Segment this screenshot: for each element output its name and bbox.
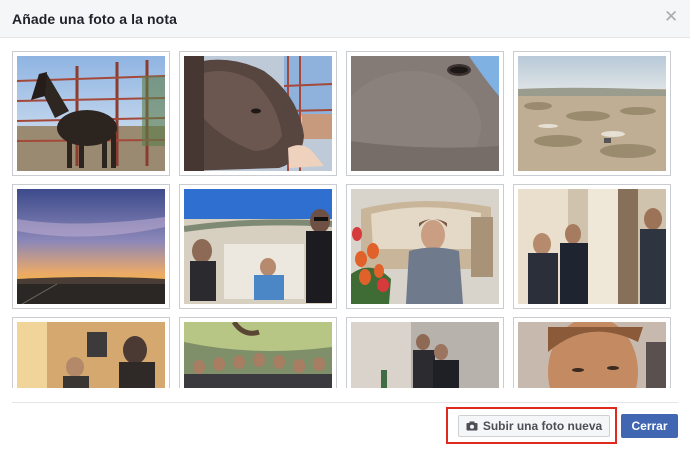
photo-thumbnail-horse-corral[interactable] (12, 51, 170, 176)
photo-thumbnail-group-selfie-road[interactable] (179, 184, 337, 309)
photo-thumbnail-crowd-under-tree[interactable] (179, 317, 337, 388)
photo-thumbnail-men-in-room[interactable] (513, 184, 671, 309)
photo-image (17, 56, 165, 171)
photo-thumbnail-horse-head-hand[interactable] (179, 51, 337, 176)
upload-button-label: Subir una foto nueva (482, 419, 603, 433)
photo-image (184, 322, 332, 388)
photo-thumbnail-man-portrait[interactable] (513, 317, 671, 388)
photo-image (17, 189, 165, 304)
photo-image (351, 189, 499, 304)
photo-thumbnail-sunset-sky[interactable] (12, 184, 170, 309)
close-button[interactable]: Cerrar (621, 414, 678, 438)
photo-thumbnail-party-people[interactable] (12, 317, 170, 388)
photo-image (518, 322, 666, 388)
photo-thumbnail-desert-landscape[interactable] (513, 51, 671, 176)
photo-image (184, 56, 332, 171)
close-icon[interactable]: ✕ (664, 8, 678, 25)
photo-thumbnail-man-on-sofa-tulips[interactable] (346, 184, 504, 309)
photo-thumbnail-people-dim-room[interactable] (346, 317, 504, 388)
add-photo-dialog: Añade una foto a la nota ✕ Subir una fot… (0, 0, 690, 450)
photo-thumbnail-horse-eye-closeup[interactable] (346, 51, 504, 176)
photo-image (351, 322, 499, 388)
dialog-title: Añade una foto a la nota (12, 11, 177, 27)
photo-image (351, 56, 499, 171)
camera-icon (466, 421, 478, 431)
photo-image (518, 56, 666, 171)
footer-divider (12, 402, 678, 403)
dialog-header: Añade una foto a la nota ✕ (0, 0, 690, 38)
photo-image (17, 322, 165, 388)
photo-image (518, 189, 666, 304)
photo-grid (0, 38, 690, 388)
upload-new-photo-button[interactable]: Subir una foto nueva (458, 415, 610, 437)
photo-image (184, 189, 332, 304)
